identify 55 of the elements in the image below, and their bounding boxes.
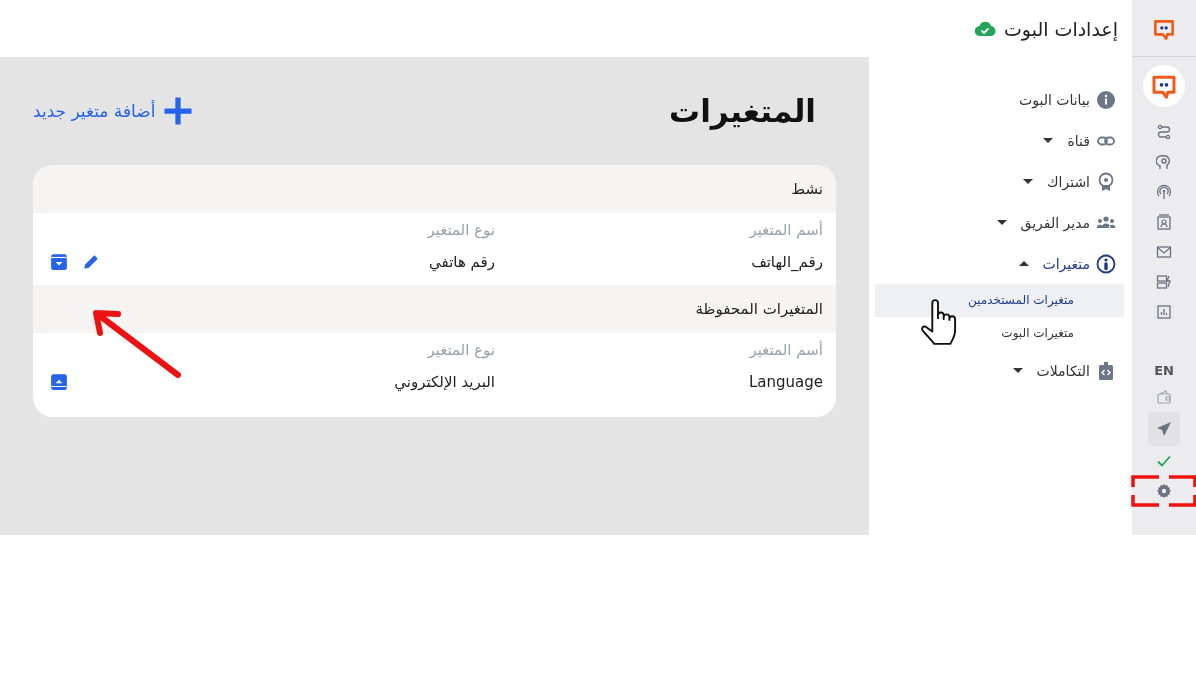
nav-item[interactable]: اشتراك [869, 161, 1132, 202]
archive-icon[interactable] [50, 253, 68, 271]
check-icon[interactable] [1156, 453, 1172, 469]
table-cell-text: رقم هاتفي [428, 253, 495, 271]
hand-cursor-icon [919, 297, 957, 347]
add-variable-label: أضافة متغير جديد [33, 101, 156, 121]
section-title: نشط [791, 180, 823, 198]
nav-label: بيانات البوت [1019, 91, 1090, 108]
bot-avatar[interactable] [1143, 65, 1185, 107]
flow-icon[interactable] [1156, 124, 1172, 140]
nav-item[interactable]: مدير الفريق [869, 202, 1132, 243]
column-header: نوع المتغير [426, 341, 495, 359]
chart-icon[interactable] [1156, 304, 1172, 320]
info-icon [1096, 89, 1116, 110]
column-header: أسم المتغير [748, 341, 823, 359]
caret-icon [1043, 138, 1054, 143]
caret-icon [1018, 261, 1029, 266]
contact-card-icon[interactable] [1156, 214, 1172, 230]
column-header: نوع المتغير [426, 221, 495, 239]
nav-subitem[interactable]: متغيرات المستخدمين [875, 284, 1124, 317]
nav-item[interactable]: التكاملات [869, 350, 1132, 391]
paper-plane-icon [1156, 421, 1172, 437]
page-title: إعدادات البوت [1003, 17, 1118, 40]
nav-item[interactable]: قناة [869, 120, 1132, 161]
table-cell-text: Language [747, 373, 823, 391]
nav-item[interactable]: متغيرات [869, 243, 1132, 284]
table-cell-text: البريد الإلكتروني [393, 373, 495, 391]
language-code[interactable]: EN [1154, 363, 1174, 378]
edit-icon[interactable] [82, 253, 100, 271]
settings-icon[interactable] [1156, 483, 1172, 499]
unarchive-icon[interactable] [50, 373, 68, 391]
add-variable-button[interactable]: أضافة متغير جديد [33, 96, 219, 126]
nav-label: اشتراك [1047, 173, 1090, 190]
column-header: أسم المتغير [748, 221, 823, 239]
nav-label: متغيرات [1042, 255, 1090, 272]
section-heading: المتغيرات [669, 93, 817, 129]
caret-icon [1023, 179, 1033, 184]
caret-icon [996, 220, 1007, 225]
nav-item[interactable]: بيانات البوت [869, 79, 1132, 120]
plus-icon [163, 96, 194, 126]
section-title: المتغيرات المحفوظة [695, 300, 823, 318]
automation-icon[interactable] [1156, 274, 1172, 290]
send-button[interactable] [1148, 412, 1180, 446]
nav-label: قناة [1067, 132, 1090, 149]
nav-subitem[interactable]: متغيرات البوت [875, 317, 1124, 350]
caret-icon [1012, 368, 1023, 373]
brain-icon[interactable] [1156, 154, 1172, 170]
code-icon [1096, 360, 1116, 381]
highlight-frame [1131, 475, 1196, 507]
nav-label: التكاملات [1036, 362, 1090, 379]
nav-label: مدير الفريق [1020, 214, 1090, 231]
broadcast-icon[interactable] [1156, 184, 1172, 200]
badge-icon [1096, 171, 1116, 192]
table-cell-text: رقم_الهاتف [750, 253, 823, 271]
mail-icon[interactable] [1156, 244, 1172, 260]
